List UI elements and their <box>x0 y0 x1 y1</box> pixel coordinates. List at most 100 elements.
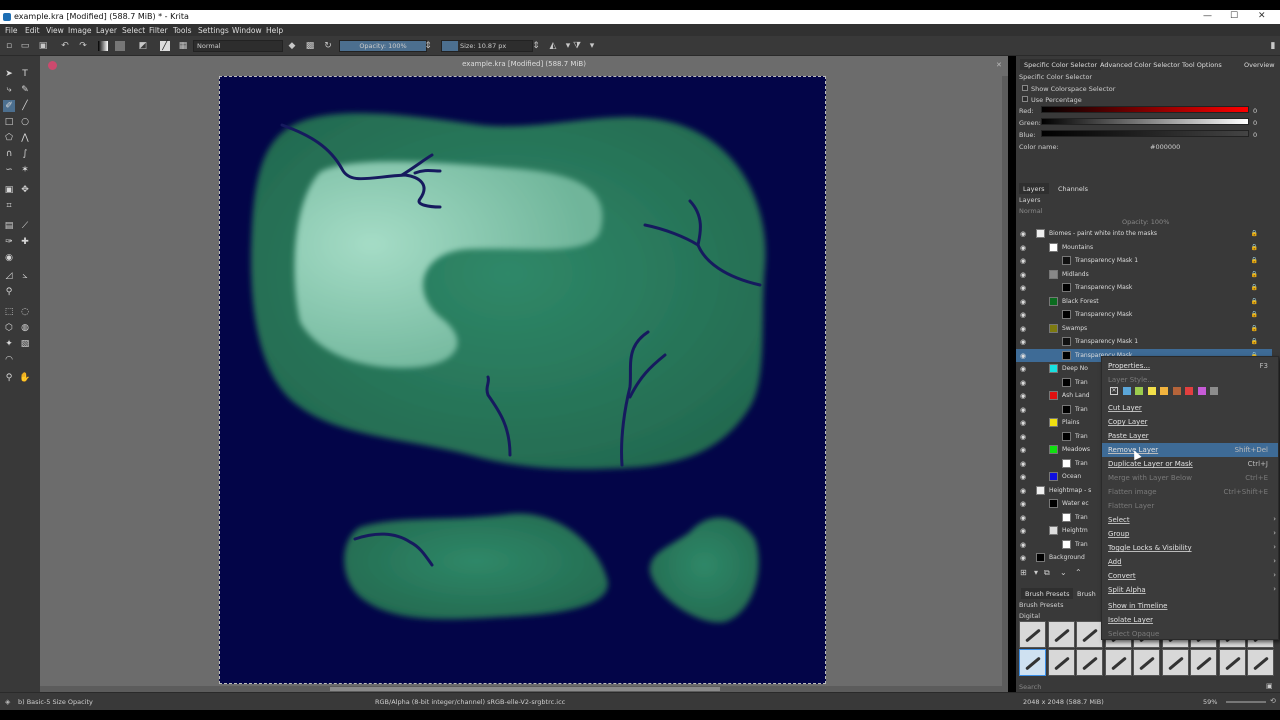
pattern-icon[interactable] <box>115 41 125 51</box>
color-label-swatch[interactable] <box>1197 387 1206 395</box>
color-picker-tool-icon[interactable]: ⟋ <box>19 220 31 232</box>
menu-file[interactable]: File <box>5 26 18 35</box>
menu-filter[interactable]: Filter <box>149 26 168 35</box>
tab-brush[interactable]: Brush <box>1073 588 1100 599</box>
menu-help[interactable]: Help <box>266 26 283 35</box>
edit-shapes-tool-icon[interactable]: ⤷ <box>3 84 15 96</box>
lock-icon[interactable]: 🔒 <box>1251 257 1258 264</box>
lock-icon[interactable]: 🔒 <box>1251 338 1258 345</box>
vertical-scrollbar[interactable] <box>1002 76 1008 686</box>
visibility-eye-icon[interactable]: ◉ <box>1020 338 1026 346</box>
lock-icon[interactable]: 🔒 <box>1251 271 1258 278</box>
document-tab-title[interactable]: example.kra [Modified] (588.7 MiB) <box>40 60 1008 72</box>
visibility-eye-icon[interactable]: ◉ <box>1020 271 1026 279</box>
lock-icon[interactable]: 🔒 <box>1251 298 1258 305</box>
brush-preset-tile[interactable] <box>1190 649 1217 676</box>
reference-tool-icon[interactable]: ⚲ <box>3 286 15 298</box>
context-menu-item[interactable]: Convert › <box>1102 569 1278 583</box>
status-brush-name[interactable]: b) Basic-5 Size Opacity <box>18 698 93 706</box>
new-document-icon[interactable]: ▫ <box>4 41 14 51</box>
tab-channels[interactable]: Channels <box>1054 183 1092 194</box>
brush-search-input[interactable]: Search <box>1019 683 1041 691</box>
visibility-eye-icon[interactable]: ◉ <box>1020 352 1026 360</box>
visibility-eye-icon[interactable]: ◉ <box>1020 460 1026 468</box>
layer-row[interactable]: ◉ Transparency Mask 1 🔒 <box>1016 254 1272 267</box>
layer-row[interactable]: ◉ Transparency Mask 🔒 <box>1016 308 1272 321</box>
layer-row[interactable]: ◉ Swamps 🔒 <box>1016 322 1272 335</box>
visibility-eye-icon[interactable]: ◉ <box>1020 365 1026 373</box>
brush-preset-tile[interactable] <box>1133 649 1160 676</box>
ellipse-tool-icon[interactable]: ○ <box>19 116 31 128</box>
tab-brush-presets[interactable]: Brush Presets <box>1021 588 1074 599</box>
visibility-eye-icon[interactable]: ◉ <box>1020 554 1026 562</box>
contiguous-select-tool-icon[interactable]: ✦ <box>3 338 15 350</box>
pan-tool-icon[interactable]: ✋ <box>19 372 31 384</box>
brush-preset-tile[interactable] <box>1019 621 1046 648</box>
polygon-select-tool-icon[interactable]: ⬡ <box>3 322 15 334</box>
select-shapes-tool-icon[interactable]: ➤ <box>3 68 15 80</box>
mirror-vertical-icon[interactable]: ⧩ <box>572 41 582 51</box>
tab-layers[interactable]: Layers <box>1019 183 1049 194</box>
move-layer-up-icon[interactable]: ⌃ <box>1075 568 1082 577</box>
freehand-select-tool-icon[interactable]: ◍ <box>19 322 31 334</box>
color-label-swatch[interactable]: ✕ <box>1110 387 1118 395</box>
lock-icon[interactable]: 🔒 <box>1251 284 1258 291</box>
context-menu-item[interactable]: Properties... F3 <box>1102 359 1278 373</box>
dynamic-brush-tool-icon[interactable]: ∽ <box>3 164 15 176</box>
visibility-eye-icon[interactable]: ◉ <box>1020 311 1026 319</box>
crop-tool-icon[interactable]: ⌗ <box>3 200 15 212</box>
close-window-button[interactable]: ✕ <box>1258 11 1266 21</box>
visibility-eye-icon[interactable]: ◉ <box>1020 419 1026 427</box>
toolbar-overflow-icon[interactable]: ▮ <box>1268 41 1278 51</box>
lock-icon[interactable]: 🔒 <box>1251 325 1258 332</box>
layer-row[interactable]: ◉ Transparency Mask 🔒 <box>1016 281 1272 294</box>
visibility-eye-icon[interactable]: ◉ <box>1020 406 1026 414</box>
brush-preset-tile[interactable] <box>1218 649 1246 676</box>
context-menu-item[interactable]: Add › <box>1102 555 1278 569</box>
menu-settings[interactable]: Settings <box>198 26 229 35</box>
visibility-eye-icon[interactable]: ◉ <box>1020 379 1026 387</box>
brush-preset-icon[interactable]: ╱ <box>160 41 170 51</box>
layer-row[interactable]: ◉ Midlands 🔒 <box>1016 268 1272 281</box>
red-slider[interactable] <box>1041 106 1249 113</box>
context-menu-item[interactable]: Copy Layer <box>1102 415 1278 429</box>
minimize-button[interactable]: — <box>1203 11 1212 21</box>
polygon-tool-icon[interactable]: ⬠ <box>3 132 15 144</box>
tab-tool-options[interactable]: Tool Options <box>1178 59 1226 70</box>
brush-tag-select[interactable]: Digital <box>1019 612 1040 620</box>
bezier-select-tool-icon[interactable]: ◠ <box>3 354 15 366</box>
context-menu-item[interactable]: Paste Layer <box>1102 429 1278 443</box>
brush-preset-tile[interactable] <box>1104 649 1132 676</box>
tab-specific-color-selector[interactable]: Specific Color Selector <box>1020 59 1102 70</box>
green-slider[interactable] <box>1041 118 1249 125</box>
context-menu-item[interactable]: Split Alpha › <box>1102 583 1278 597</box>
menu-layer[interactable]: Layer <box>96 26 117 35</box>
undo-icon[interactable]: ↶ <box>60 41 70 51</box>
context-menu-item[interactable]: Remove Layer Shift+Del <box>1102 443 1278 457</box>
assistant-tool-icon[interactable]: ◿ <box>3 270 15 282</box>
save-document-icon[interactable]: ▣ <box>38 41 48 51</box>
brush-preset-tile[interactable] <box>1047 649 1075 676</box>
visibility-eye-icon[interactable]: ◉ <box>1020 298 1026 306</box>
menu-window[interactable]: Window <box>232 26 262 35</box>
gradient-tool-icon[interactable]: ▤ <box>3 220 15 232</box>
preserve-alpha-icon[interactable]: ▩ <box>305 41 315 51</box>
smart-patch-tool-icon[interactable]: ✚ <box>19 236 31 248</box>
horizontal-scroll-thumb[interactable] <box>330 687 720 691</box>
blend-mode-select[interactable]: Normal <box>193 40 283 52</box>
move-tool-icon[interactable]: ✥ <box>19 184 31 196</box>
visibility-eye-icon[interactable]: ◉ <box>1020 473 1026 481</box>
visibility-eye-icon[interactable]: ◉ <box>1020 487 1026 495</box>
layer-row[interactable]: ◉ Mountains 🔒 <box>1016 241 1272 254</box>
move-layer-down-icon[interactable]: ⌄ <box>1060 568 1067 577</box>
size-slider[interactable]: Size: 10.87 px <box>441 40 533 52</box>
color-label-swatch[interactable] <box>1147 387 1156 395</box>
color-label-swatch[interactable] <box>1172 387 1181 395</box>
brush-preset-tile[interactable] <box>1076 621 1103 648</box>
open-document-icon[interactable]: ▭ <box>20 41 30 51</box>
color-label-swatch[interactable] <box>1160 387 1168 395</box>
context-menu-item[interactable]: Toggle Locks & Visibility › <box>1102 541 1278 555</box>
menu-edit[interactable]: Edit <box>25 26 40 35</box>
size-spin-icon[interactable]: ⇕ <box>531 41 541 51</box>
maximize-button[interactable]: ☐ <box>1230 11 1238 21</box>
